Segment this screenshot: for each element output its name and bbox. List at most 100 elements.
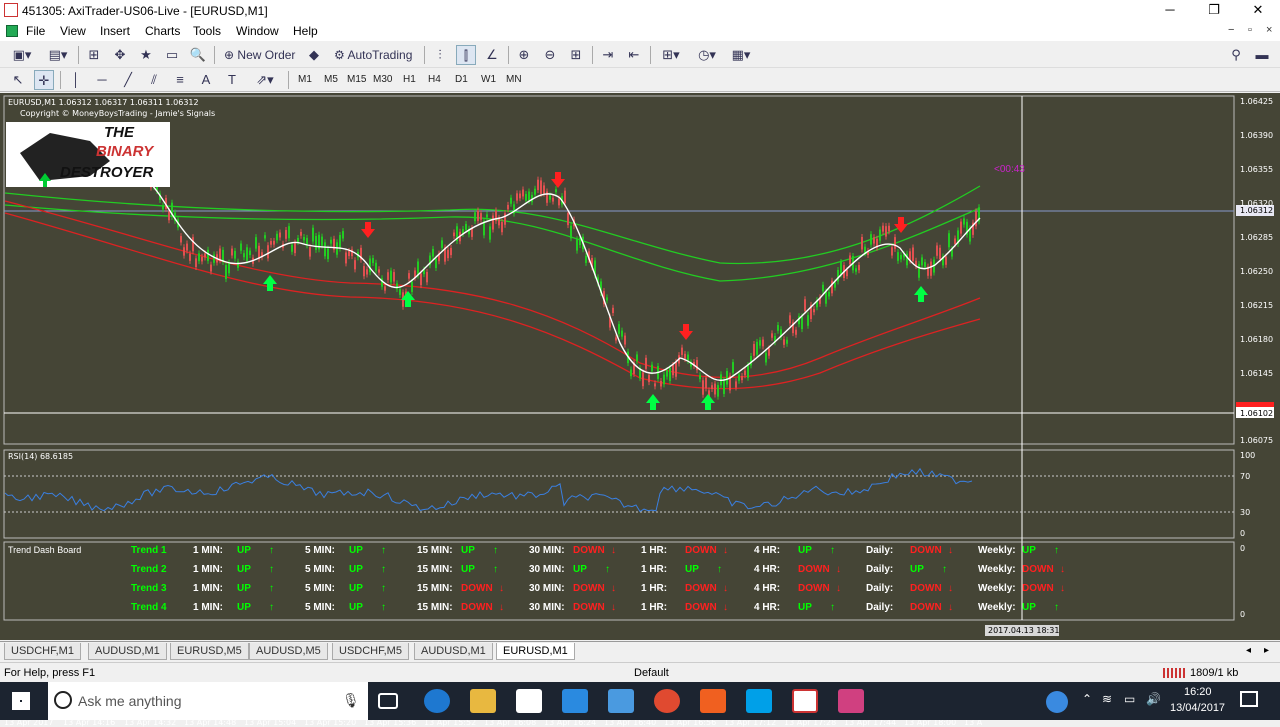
clock-date[interactable]: 13/04/2017 — [1170, 702, 1225, 714]
tab-eurusd-m1[interactable]: EURUSD,M1 — [496, 643, 575, 660]
mdi-close-button[interactable]: × — [1266, 24, 1272, 36]
arrows-icon[interactable]: ⇗▾ — [250, 70, 280, 90]
metatrader-icon[interactable] — [792, 689, 818, 713]
task-view-icon[interactable] — [378, 693, 398, 709]
timeframe-w1[interactable]: W1 — [481, 71, 496, 89]
chart-shift-icon[interactable]: ⇤ — [624, 45, 644, 65]
taskbar-search[interactable]: Ask me anything 🎙 — [48, 682, 368, 720]
candle-body — [228, 262, 230, 274]
new-chart-icon[interactable]: ▣▾ — [8, 45, 36, 65]
terminal-icon[interactable]: ▭ — [162, 45, 182, 65]
wifi-icon[interactable]: ≋ — [1102, 692, 1112, 706]
crosshair-icon[interactable]: ✛ — [34, 70, 54, 90]
tab-audusd-m1[interactable]: AUDUSD,M1 — [88, 643, 167, 660]
mdi-restore-button[interactable]: ▫ — [1248, 24, 1252, 36]
tab-scroll-right-icon[interactable]: ▸ — [1264, 645, 1269, 656]
candle-body — [390, 270, 392, 283]
profiles-icon[interactable]: ▤▾ — [44, 45, 72, 65]
market-watch-icon[interactable]: ⊞ — [84, 45, 104, 65]
tab-usdchf-m5[interactable]: USDCHF,M5 — [332, 643, 409, 660]
windows-start-icon[interactable] — [12, 692, 30, 710]
battery-icon[interactable]: ▭ — [1124, 692, 1135, 706]
timeframe-d1[interactable]: D1 — [455, 71, 468, 89]
line-chart-icon[interactable]: ∠ — [482, 45, 502, 65]
tab-usdchf-m1[interactable]: USDCHF,M1 — [4, 643, 81, 660]
dropbox-icon[interactable] — [562, 689, 588, 713]
volume-icon[interactable]: 🔊 — [1146, 692, 1161, 706]
navigator-icon[interactable]: ★ — [136, 45, 156, 65]
menu-charts[interactable]: Charts — [145, 24, 180, 38]
candle-body — [681, 347, 683, 355]
microphone-icon[interactable]: 🎙 — [342, 692, 360, 709]
candle-body — [342, 231, 344, 239]
edge-icon[interactable] — [424, 689, 450, 713]
autoscroll-icon[interactable]: ⇥ — [598, 45, 618, 65]
menu-bar: File View Insert Charts Tools Window Hel… — [0, 22, 1280, 41]
vertical-line-icon[interactable]: │ — [66, 70, 86, 90]
tray-chevron-icon[interactable]: ⌃ — [1082, 692, 1092, 706]
community-icon[interactable]: ▬ — [1252, 45, 1272, 65]
price-chart[interactable] — [0, 93, 1280, 640]
menu-insert[interactable]: Insert — [100, 24, 130, 38]
tray-app-icon[interactable] — [1046, 691, 1068, 713]
candle-body — [324, 242, 326, 257]
bar-chart-icon[interactable]: ⫶ — [430, 45, 450, 65]
onedrive-icon[interactable] — [608, 689, 634, 713]
autotrading-button[interactable]: ⚙ AutoTrading — [330, 45, 416, 65]
timeframe-m5[interactable]: M5 — [324, 71, 338, 89]
data-window-icon[interactable]: ✥ — [110, 45, 130, 65]
restore-button[interactable]: ❐ — [1192, 0, 1236, 22]
menu-help[interactable]: Help — [293, 24, 318, 38]
trendline-icon[interactable]: ╱ — [118, 70, 138, 90]
office-icon[interactable] — [700, 689, 726, 713]
candle-body — [552, 197, 554, 202]
text-label-icon[interactable]: T — [222, 70, 242, 90]
timeframe-m1[interactable]: M1 — [298, 71, 312, 89]
candlestick-icon[interactable]: ⫿ — [456, 45, 476, 65]
timeframe-mn[interactable]: MN — [506, 71, 522, 89]
indicators-icon[interactable]: ⊞▾ — [656, 45, 686, 65]
menu-file[interactable]: File — [26, 24, 45, 38]
menu-view[interactable]: View — [60, 24, 86, 38]
tab-audusd-m5[interactable]: AUDUSD,M5 — [249, 643, 328, 660]
tab-audusd-m1-2[interactable]: AUDUSD,M1 — [414, 643, 493, 660]
file-explorer-icon[interactable] — [470, 689, 496, 713]
timeframe-m30[interactable]: M30 — [373, 71, 392, 89]
search-icon[interactable]: ⚲ — [1226, 45, 1246, 65]
metaeditor-icon[interactable]: ◆ — [304, 45, 324, 65]
zoom-out-icon[interactable]: ⊖ — [540, 45, 560, 65]
timeframe-m15[interactable]: M15 — [347, 71, 366, 89]
cursor-icon[interactable]: ↖ — [8, 70, 28, 90]
text-icon[interactable]: A — [196, 70, 216, 90]
chrome-icon[interactable] — [654, 689, 680, 713]
tile-windows-icon[interactable]: ⊞ — [566, 45, 586, 65]
tester-icon[interactable]: 🔍 — [188, 45, 208, 65]
candle-body — [330, 239, 332, 244]
zoom-in-icon[interactable]: ⊕ — [514, 45, 534, 65]
store-icon[interactable] — [516, 689, 542, 713]
menu-window[interactable]: Window — [236, 24, 279, 38]
new-order-button[interactable]: ⊕ New Order — [220, 45, 299, 65]
clock-time[interactable]: 16:20 — [1184, 686, 1212, 698]
horizontal-line-icon[interactable]: ─ — [92, 70, 112, 90]
tab-eurusd-m5[interactable]: EURUSD,M5 — [170, 643, 249, 660]
channel-icon[interactable]: ⫽ — [144, 70, 164, 90]
timeframe-h4[interactable]: H4 — [428, 71, 441, 89]
fibonacci-icon[interactable]: ≡ — [170, 70, 190, 90]
skype-icon[interactable] — [746, 689, 772, 713]
tab-scroll-left-icon[interactable]: ◂ — [1246, 645, 1251, 656]
action-center-icon[interactable] — [1240, 691, 1258, 707]
minimize-button[interactable]: ─ — [1148, 0, 1192, 22]
candle-body — [687, 354, 689, 361]
app-icon-pink[interactable] — [838, 689, 864, 713]
chart-window[interactable]: EURUSD,M1 1.06312 1.06317 1.06311 1.0631… — [0, 93, 1280, 727]
templates-icon[interactable]: ▦▾ — [726, 45, 756, 65]
dash-tick: 0 — [1240, 544, 1246, 553]
close-button[interactable]: ✕ — [1236, 0, 1280, 22]
candle-body — [795, 329, 797, 335]
menu-tools[interactable]: Tools — [193, 24, 221, 38]
periods-icon[interactable]: ◷▾ — [692, 45, 722, 65]
candle-body — [441, 240, 443, 248]
mdi-minimize-button[interactable]: − — [1228, 24, 1234, 36]
timeframe-h1[interactable]: H1 — [403, 71, 416, 89]
